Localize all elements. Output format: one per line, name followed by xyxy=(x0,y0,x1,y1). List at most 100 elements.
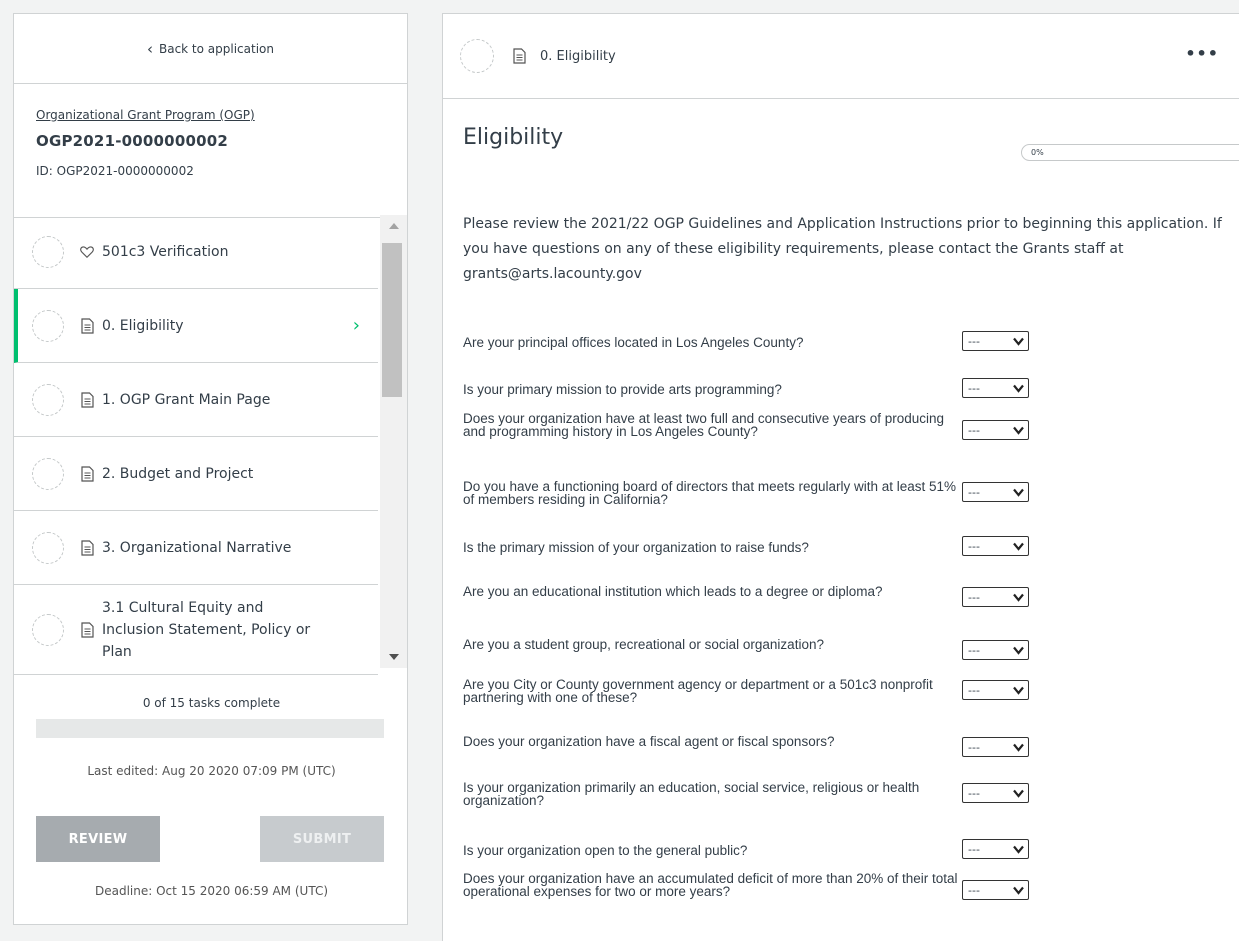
document-icon xyxy=(80,465,94,482)
document-icon xyxy=(80,391,94,408)
task-item-cultural-equity[interactable]: 3.1 Cultural Equity and Inclusion Statem… xyxy=(14,585,378,675)
chevron-right-icon: › xyxy=(352,315,360,336)
completion-percent: 0% xyxy=(1021,144,1239,161)
header-title: 0. Eligibility xyxy=(540,48,616,64)
task-item-501c3-verification[interactable]: 501c3 Verification xyxy=(14,215,378,289)
task-item-ogp-grant-main-page[interactable]: 1. OGP Grant Main Page xyxy=(14,363,378,437)
eligibility-answer-select[interactable]: --- xyxy=(962,420,1029,440)
select-value: --- xyxy=(968,485,980,499)
task-progress-bar xyxy=(36,719,384,738)
scroll-thumb[interactable] xyxy=(382,243,402,397)
status-circle-icon xyxy=(32,383,64,416)
eligibility-answer-select[interactable]: --- xyxy=(962,737,1029,757)
select-value: --- xyxy=(968,334,980,348)
chevron-down-icon xyxy=(1013,844,1024,854)
task-list: 501c3 Verification 0. Eligibility › 1. O… xyxy=(14,215,378,682)
task-label: 501c3 Verification xyxy=(102,243,229,260)
chevron-down-icon xyxy=(1013,788,1024,798)
deadline: Deadline: Oct 15 2020 06:59 AM (UTC) xyxy=(94,884,329,898)
task-progress-text: 0 of 15 tasks complete xyxy=(142,696,281,710)
chevron-down-icon xyxy=(1013,885,1024,895)
eligibility-answer-select[interactable]: --- xyxy=(962,640,1029,660)
select-value: --- xyxy=(968,683,980,697)
application-id: ID: OGP2021-0000000002 xyxy=(36,164,194,178)
review-button[interactable]: REVIEW xyxy=(36,816,160,862)
eligibility-answer-select[interactable]: --- xyxy=(962,839,1029,859)
task-label: 2. Budget and Project xyxy=(102,465,254,482)
status-circle-icon xyxy=(32,613,64,646)
status-circle-icon xyxy=(460,39,494,73)
task-label: 3.1 Cultural Equity and Inclusion Statem… xyxy=(102,599,311,660)
document-icon xyxy=(80,317,94,334)
status-circle-icon xyxy=(32,457,64,490)
eligibility-question: Is your organization open to the general… xyxy=(463,842,748,858)
eligibility-question: Are your principal offices located in Lo… xyxy=(463,334,804,350)
eligibility-answer-select[interactable]: --- xyxy=(962,880,1029,900)
chevron-down-icon xyxy=(1013,645,1024,655)
eligibility-question: Do you have a functioning board of direc… xyxy=(463,479,957,507)
eligibility-answer-select[interactable]: --- xyxy=(962,587,1029,607)
chevron-down-icon xyxy=(1013,425,1024,435)
select-value: --- xyxy=(968,539,980,553)
more-options-icon[interactable]: ••• xyxy=(1185,44,1219,63)
task-label: 0. Eligibility xyxy=(102,317,184,334)
eligibility-question: Are you City or County government agency… xyxy=(463,677,933,705)
chevron-down-icon xyxy=(1013,336,1024,346)
scroll-up-arrow-icon[interactable] xyxy=(389,223,399,229)
heart-icon xyxy=(80,244,94,260)
application-info: Organizational Grant Program (OGP) OGP20… xyxy=(14,84,407,218)
task-item-eligibility[interactable]: 0. Eligibility › xyxy=(14,289,378,363)
select-value: --- xyxy=(968,423,980,437)
chevron-down-icon xyxy=(1013,742,1024,752)
main-content: 0. Eligibility ••• Eligibility 0% Please… xyxy=(442,13,1239,941)
document-icon xyxy=(512,48,526,64)
eligibility-question: Are you a student group, recreational or… xyxy=(463,637,824,652)
eligibility-question: Is your primary mission to provide arts … xyxy=(463,381,782,397)
status-circle-icon xyxy=(32,531,64,564)
chevron-down-icon xyxy=(1013,685,1024,695)
task-header: 0. Eligibility ••• xyxy=(443,14,1239,99)
eligibility-answer-select[interactable]: --- xyxy=(962,783,1029,803)
eligibility-answer-select[interactable]: --- xyxy=(962,680,1029,700)
page-title: Eligibility xyxy=(463,125,564,150)
submit-button[interactable]: SUBMIT xyxy=(260,816,384,862)
task-label: 1. OGP Grant Main Page xyxy=(102,391,271,408)
task-sidebar: ‹ Back to application Organizational Gra… xyxy=(13,13,408,925)
select-value: --- xyxy=(968,381,980,395)
select-value: --- xyxy=(968,590,980,604)
back-label: Back to application xyxy=(158,41,274,56)
chevron-down-icon xyxy=(1013,592,1024,602)
chevron-down-icon xyxy=(1013,487,1024,497)
scroll-down-arrow-icon[interactable] xyxy=(389,654,399,660)
eligibility-answer-select[interactable]: --- xyxy=(962,331,1029,351)
eligibility-question: Are you an educational institution which… xyxy=(463,584,883,599)
eligibility-answer-select[interactable]: --- xyxy=(962,378,1029,398)
select-value: --- xyxy=(968,740,980,754)
intro-text: Please review the 2021/22 OGP Guidelines… xyxy=(463,216,1222,282)
eligibility-question: Is your organization primarily an educat… xyxy=(463,780,920,808)
eligibility-question: Is the primary mission of your organizat… xyxy=(463,539,809,555)
select-value: --- xyxy=(968,842,980,856)
back-to-application-link[interactable]: ‹ Back to application xyxy=(14,14,407,84)
eligibility-answer-select[interactable]: --- xyxy=(962,536,1029,556)
task-label: 3. Organizational Narrative xyxy=(102,539,292,556)
program-link[interactable]: Organizational Grant Program (OGP) xyxy=(36,108,385,122)
last-edited: Last edited: Aug 20 2020 07:09 PM (UTC) xyxy=(87,764,336,778)
chevron-down-icon xyxy=(1013,383,1024,393)
document-icon xyxy=(80,621,94,638)
status-circle-icon xyxy=(32,309,64,342)
select-value: --- xyxy=(968,643,980,657)
status-circle-icon xyxy=(32,235,64,268)
task-item-budget-and-project[interactable]: 2. Budget and Project xyxy=(14,437,378,511)
task-list-scrollbar[interactable] xyxy=(380,215,407,668)
eligibility-answer-select[interactable]: --- xyxy=(962,482,1029,502)
application-title: OGP2021-0000000002 xyxy=(36,132,229,150)
task-item-organizational-narrative[interactable]: 3. Organizational Narrative xyxy=(14,511,378,585)
eligibility-question: Does your organization have at least two… xyxy=(463,410,945,439)
eligibility-question: Does your organization have a fiscal age… xyxy=(463,734,835,749)
select-value: --- xyxy=(968,883,980,897)
document-icon xyxy=(80,539,94,556)
eligibility-question: Does your organization have an accumulat… xyxy=(463,870,958,899)
select-value: --- xyxy=(968,786,980,800)
chevron-down-icon xyxy=(1013,541,1024,551)
